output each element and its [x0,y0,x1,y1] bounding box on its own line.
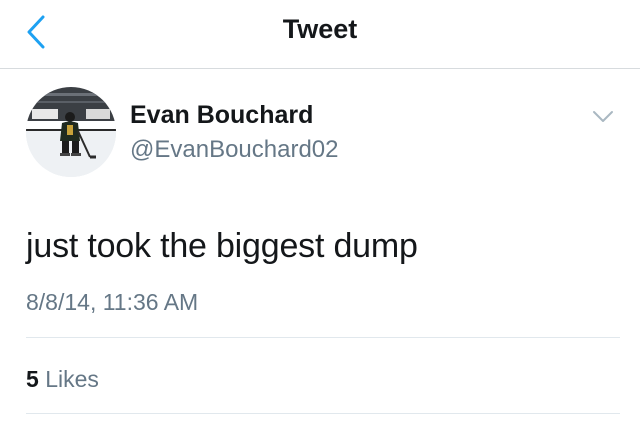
avatar[interactable] [26,87,116,177]
chevron-down-icon [593,111,613,122]
likes-stat[interactable]: 5 Likes [26,366,99,393]
likes-label: Likes [45,366,99,392]
author-handle[interactable]: @EvanBouchard02 [130,136,339,164]
likes-count: 5 [26,366,39,392]
tweet-text: just took the biggest dump [26,227,418,265]
navigation-bar: Tweet [0,0,640,69]
hockey-player-avatar-image [26,87,116,177]
page-title: Tweet [282,14,358,44]
divider [26,413,620,414]
tweet-timestamp: 8/8/14, 11:36 AM [26,289,199,315]
author-display-name[interactable]: Evan Bouchard [130,101,313,130]
tweet-menu-button[interactable] [588,103,618,131]
divider [26,337,620,338]
